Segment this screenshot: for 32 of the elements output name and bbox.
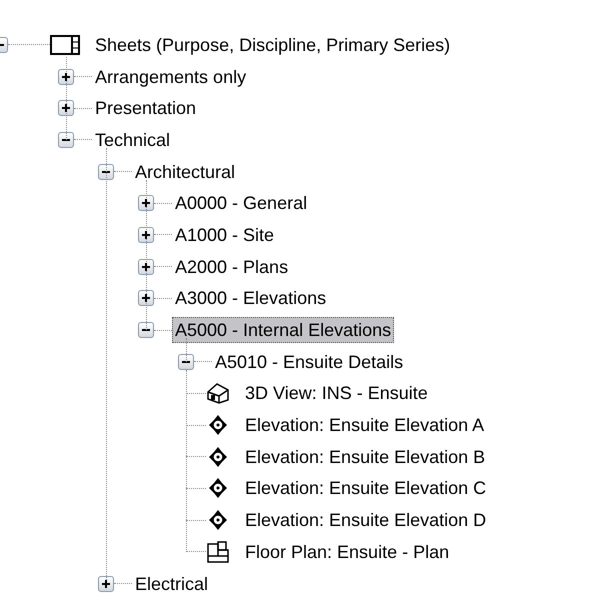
tree-item[interactable]: Elevation: Ensuite Elevation A <box>242 412 488 438</box>
tree-item[interactable]: A0000 - General <box>172 190 310 216</box>
tree-item[interactable]: A5000 - Internal Elevations <box>172 317 394 344</box>
expand-toggle[interactable] <box>138 258 154 275</box>
collapse-toggle[interactable] <box>98 164 114 180</box>
expand-toggle[interactable] <box>138 195 154 212</box>
tree-item[interactable]: Architectural <box>132 158 238 185</box>
tree-item[interactable]: A3000 - Elevations <box>172 285 330 312</box>
tree-item[interactable]: A5010 - Ensuite Details <box>212 348 406 375</box>
tree-item[interactable]: 3D View: INS - Ensuite <box>242 380 431 406</box>
tree-item[interactable]: Sheets (Purpose, Discipline, Primary Series) <box>92 32 454 58</box>
collapse-toggle[interactable] <box>178 354 194 370</box>
tree-item[interactable]: A2000 - Plans <box>172 254 292 280</box>
tree-item[interactable]: Technical <box>92 126 174 153</box>
tree-item[interactable]: Elevation: Ensuite Elevation C <box>242 475 490 502</box>
tree-item[interactable]: Floor Plan: Ensuite - Plan <box>242 538 452 565</box>
expand-toggle[interactable] <box>138 290 154 306</box>
expand-toggle[interactable] <box>58 68 74 85</box>
sheet-icon <box>50 34 80 55</box>
tree-item[interactable]: A1000 - Site <box>172 222 278 248</box>
tree-item[interactable]: Electrical <box>132 570 212 597</box>
tree-item[interactable]: Elevation: Ensuite Elevation B <box>242 444 488 470</box>
house-icon <box>206 382 230 404</box>
expand-toggle[interactable] <box>98 576 114 592</box>
floor-plan-icon <box>206 540 230 563</box>
expand-toggle[interactable] <box>138 226 154 243</box>
collapse-toggle[interactable] <box>58 132 74 148</box>
tree-item[interactable]: Arrangements only <box>92 64 250 90</box>
tree-item[interactable]: Presentation <box>92 95 200 122</box>
tree-item[interactable]: Elevation: Ensuite Elevation D <box>242 507 490 534</box>
expand-toggle[interactable] <box>58 100 74 116</box>
collapse-toggle[interactable] <box>138 322 154 338</box>
